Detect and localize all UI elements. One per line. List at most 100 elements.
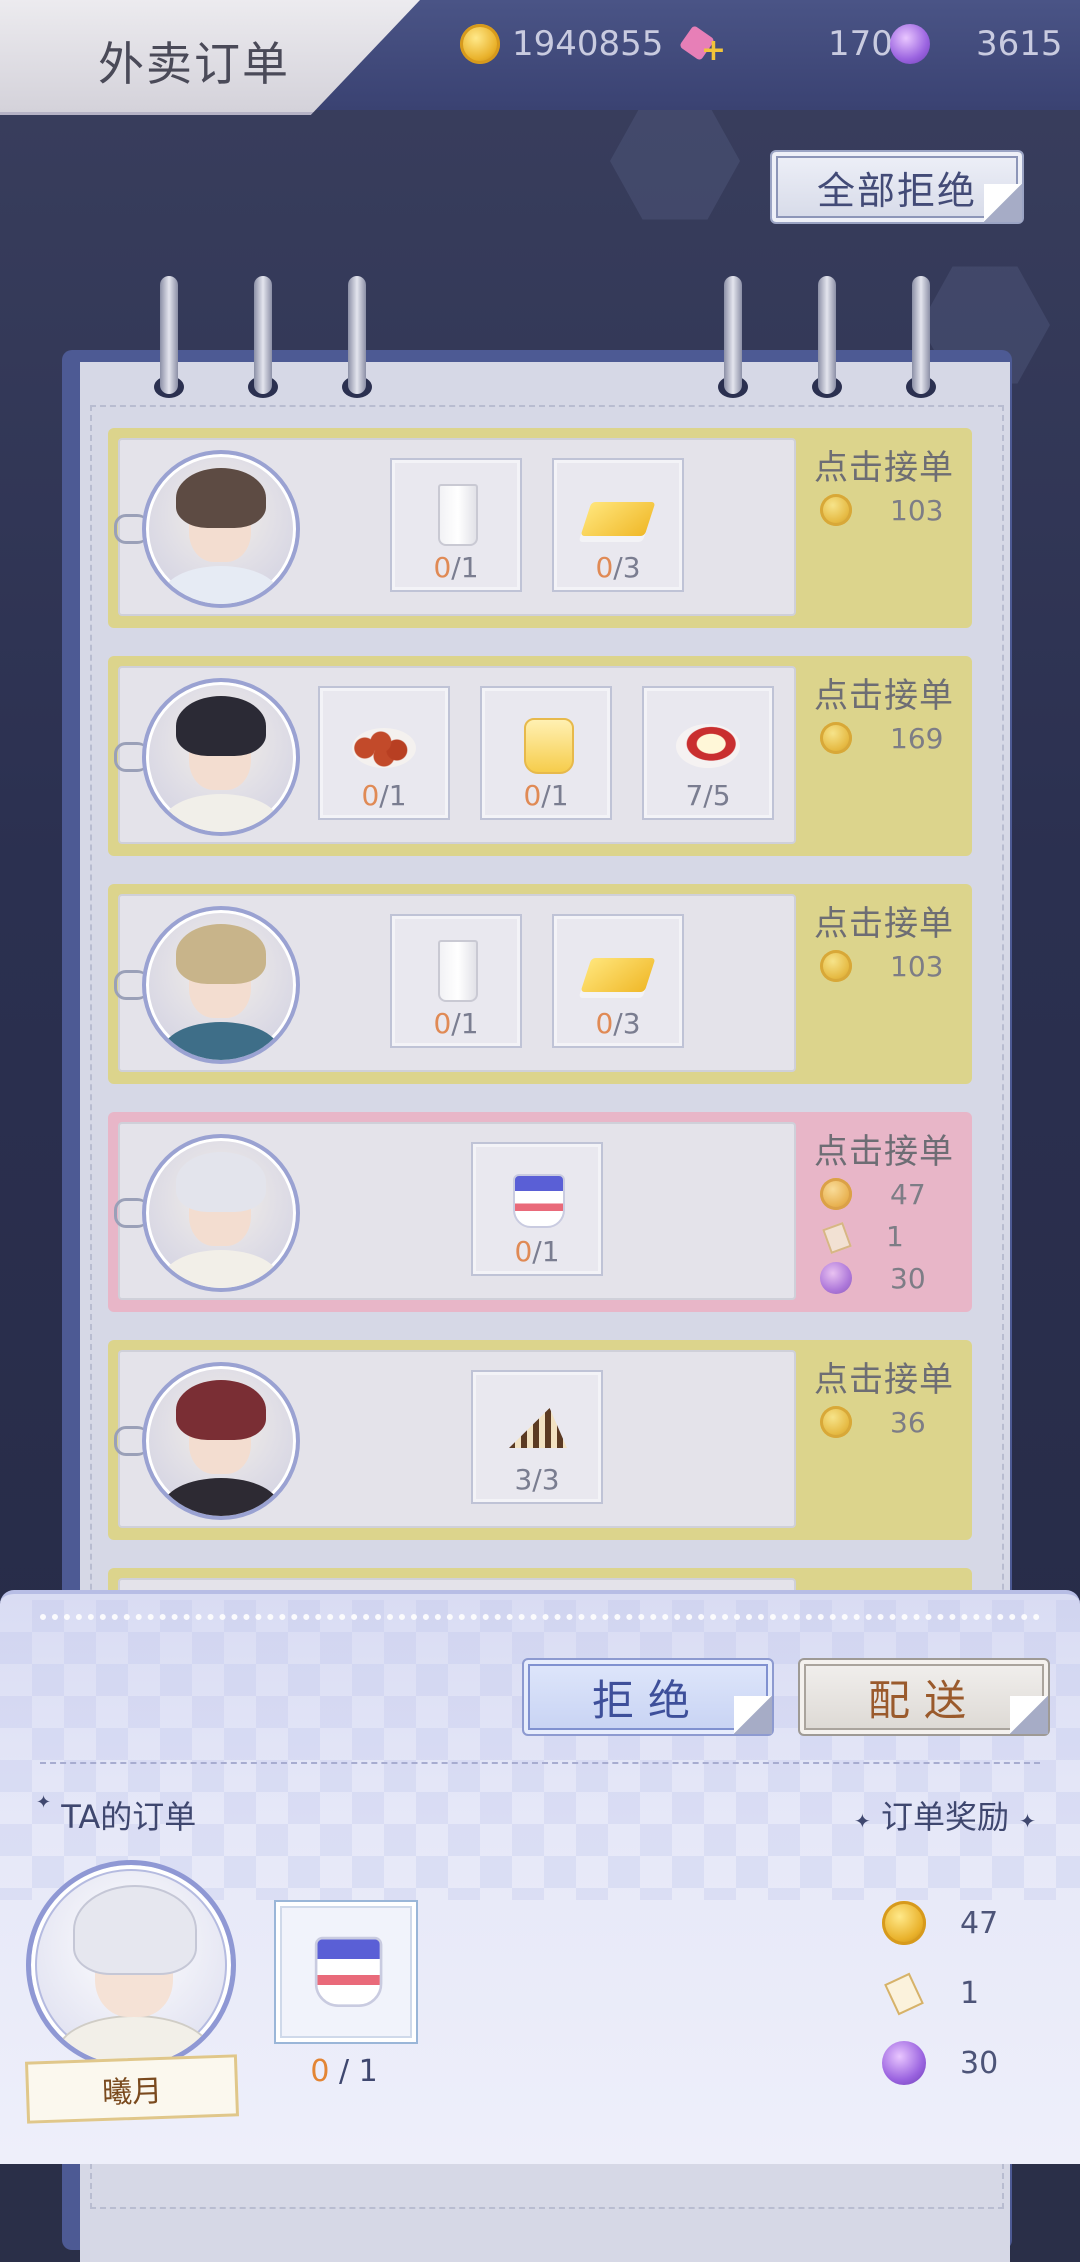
butter-icon [580,482,656,546]
item-count: 7/5 [685,779,731,812]
reward-row: 1 [820,1218,904,1254]
order-item: 0/1 [390,458,522,592]
ticket-amount: 170 [828,24,893,64]
butter-icon [580,938,656,1002]
sparkle-icon: ✦ [854,1809,871,1833]
binder-ring [254,276,272,394]
deliver-button[interactable]: 配送 [798,1658,1050,1736]
coin-icon [820,494,852,526]
customer-avatar [142,678,300,836]
gem-icon [820,1262,852,1294]
reject-button[interactable]: 拒绝 [522,1658,774,1736]
coin-amount: 1940855 [512,24,664,64]
item-count: 0/3 [595,1007,641,1040]
reward-value: 169 [890,721,944,755]
item-count: 0/1 [433,551,479,584]
reject-all-button[interactable]: 全部拒绝 [770,150,1024,224]
accept-order-label[interactable]: 点击接单 [814,1124,954,1173]
order-item: 0/3 [552,458,684,592]
accept-order-label[interactable]: 点击接单 [814,896,954,945]
reward-row: 169 [820,720,943,756]
page-fold-corner [984,184,1022,222]
reward-value: 1 [886,1219,904,1253]
customer-avatar-large [26,1860,236,2070]
reward-row: 47 [882,1898,998,1948]
item-count: 0/1 [433,1007,479,1040]
customer-avatar [142,450,300,608]
order-card-body: 0/1 [114,1122,796,1300]
my-order-heading: ✦ TA的订单 [36,1792,197,1836]
accept-order-label[interactable]: 点击接单 [814,440,954,489]
page-fold-corner [1010,1696,1048,1734]
card-icon [882,1973,926,2013]
order-item: 0/1 [480,686,612,820]
order-item: 0/3 [552,914,684,1048]
order-card-selected[interactable]: 0/1 点击接单 47 1 30 [108,1112,972,1312]
item-count: 0/3 [595,551,641,584]
item-count: 3/3 [514,1463,560,1496]
reward-heading: ✦ 订单奖励 ✦ [854,1798,1036,1836]
berries-plate-icon [352,710,416,774]
milk-glass-icon [424,938,488,1002]
honey-jar-icon [514,710,578,774]
gem-counter[interactable]: 3615 [890,16,1063,72]
binder-ring [912,276,930,394]
binder-ring [818,276,836,394]
order-card[interactable]: 3/3 点击接单 36 [108,1340,972,1540]
reward-value: 36 [890,1405,926,1439]
gem-icon [890,24,930,64]
order-item: 0/1 [318,686,450,820]
reward-value: 47 [890,1177,926,1211]
divider [40,1762,1040,1764]
panel-stitch [40,1614,1040,1620]
coin-icon [882,1901,926,1945]
order-card-body: 0/1 0/1 7/5 [114,666,796,844]
gem-icon [882,2041,926,2085]
customer-name-plate: 曦月 [24,2054,240,2124]
coin-icon [820,1178,852,1210]
ticket-counter[interactable]: 170 [680,16,893,72]
coin-icon [820,950,852,982]
card-icon [820,1223,850,1249]
order-item-large [274,1900,418,2044]
order-item: 0/1 [390,914,522,1048]
reward-row: 30 [820,1260,926,1296]
reward-row: 47 [820,1176,926,1212]
accept-order-label[interactable]: 点击接单 [814,1352,954,1401]
order-card-body: 0/1 0/3 [114,894,796,1072]
reject-button-label: 拒绝 [591,1675,704,1725]
blueberry-cup-icon [304,1926,387,2009]
item-count: 0 / 1 [310,2054,378,2089]
reward-row: 103 [820,948,943,984]
order-card[interactable]: 0/1 0/3 点击接单 103 [108,884,972,1084]
coin-icon [460,24,500,64]
page-title: 外卖订单 [98,37,290,91]
ticket-plus-icon[interactable] [680,24,726,68]
coin-icon [820,722,852,754]
binder-ring [348,276,366,394]
customer-avatar [142,906,300,1064]
order-card[interactable]: 0/1 0/3 点击接单 103 [108,428,972,628]
reward-row: 30 [882,2038,998,2088]
reject-all-label: 全部拒绝 [816,168,977,213]
customer-avatar [142,1134,300,1292]
binder-ring [724,276,742,394]
reward-value: 47 [960,1905,999,1941]
reward-value: 103 [890,949,944,983]
order-card-body: 0/1 0/3 [114,438,796,616]
gem-amount: 3615 [976,24,1063,64]
cake-slice-icon [505,1394,569,1458]
order-card-body: 3/3 [114,1350,796,1528]
milk-glass-icon [424,482,488,546]
reward-value: 30 [960,2045,999,2081]
reward-row: 103 [820,492,943,528]
item-count: 0/1 [514,1235,560,1268]
order-item: 3/3 [471,1370,603,1504]
reward-value: 30 [890,1261,926,1295]
coin-icon [820,1406,852,1438]
order-card[interactable]: 0/1 0/1 7/5 点击接单 169 [108,656,972,856]
reward-value: 103 [890,493,944,527]
accept-order-label[interactable]: 点击接单 [814,668,954,717]
coin-counter[interactable]: 1940855 [460,16,663,72]
item-count: 0/1 [523,779,569,812]
